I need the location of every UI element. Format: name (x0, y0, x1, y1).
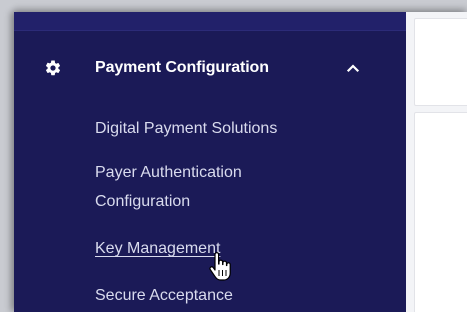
submenu-item-payer-authentication-configuration[interactable]: Payer Authentication Configuration (95, 158, 325, 216)
submenu-item-secure-acceptance[interactable]: Secure Acceptance (95, 281, 233, 310)
payment-configuration-section-toggle[interactable]: Payment Configuration (14, 50, 406, 86)
app-window: Payment Configuration Digital Payment So… (14, 12, 467, 312)
chevron-up-icon[interactable] (345, 60, 361, 76)
gear-icon (44, 59, 62, 77)
section-label: Payment Configuration (95, 59, 269, 76)
submenu-item-digital-payment-solutions[interactable]: Digital Payment Solutions (95, 114, 277, 143)
content-card (414, 18, 467, 106)
hand-pointer-cursor-icon (209, 252, 231, 282)
sidebar-top-item[interactable] (14, 12, 406, 31)
submenu-item-key-management[interactable]: Key Management (95, 234, 220, 263)
sidebar: Payment Configuration Digital Payment So… (14, 12, 406, 312)
content-area (406, 12, 467, 312)
content-card (414, 112, 467, 312)
